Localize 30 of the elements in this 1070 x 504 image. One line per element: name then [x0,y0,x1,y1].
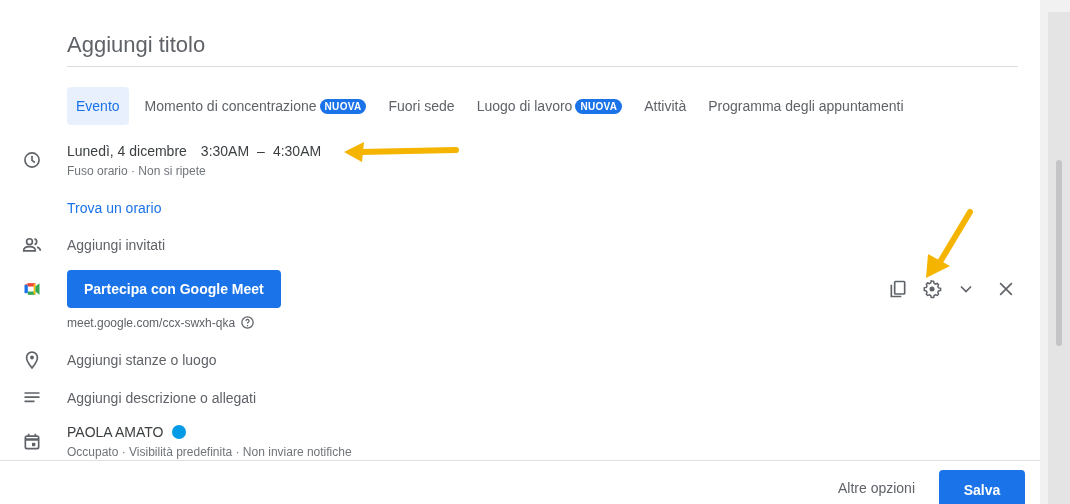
time-separator: – [257,143,265,159]
find-time-link[interactable]: Trova un orario [67,200,162,216]
people-icon [22,235,42,255]
copy-icon[interactable] [888,279,908,299]
meet-link[interactable]: meet.google.com/ccx-swxh-qka [67,315,236,330]
event-date[interactable]: Lunedì, 4 dicembre [67,143,187,159]
help-icon[interactable] [240,315,256,330]
calendar-owner[interactable]: PAOLA AMATO [67,424,164,440]
calendar-details: Occupato · Visibilità predefinita · Non inviare notifiche [67,445,353,459]
more-options-button[interactable]: Altre opzioni [829,470,923,504]
guests-field[interactable]: Aggiungi invitati [67,235,1018,255]
calendar-icon [22,432,42,452]
tab[interactable]: Momento di concentrazione NUOVA [138,87,373,125]
settings-icon[interactable] [922,279,942,299]
tab[interactable]: Luogo di lavoro NUOVA [470,87,629,125]
join-meet-button[interactable]: Partecipa con Google Meet [67,270,281,308]
tab[interactable]: Programma degli appuntamenti [702,87,910,125]
new-badge: NUOVA [575,98,623,114]
new-badge: NUOVA [319,98,367,114]
event-details[interactable]: Fuso orario · Non si ripete [67,164,1018,178]
tab[interactable]: Evento [67,87,129,125]
clock-icon [22,150,42,170]
start-time[interactable]: 3:30AM [200,143,250,159]
tab[interactable]: Fuori sede [382,87,461,125]
scrollbar-thumb[interactable] [1056,160,1062,346]
tab[interactable]: Attività [638,87,693,125]
end-time[interactable]: 4:30AM [272,143,322,159]
location-field[interactable]: Aggiungi stanze o luogo [67,350,1018,370]
description-field[interactable]: Aggiungi descrizione o allegati [67,388,1018,408]
save-button[interactable]: Salva [939,470,1025,504]
